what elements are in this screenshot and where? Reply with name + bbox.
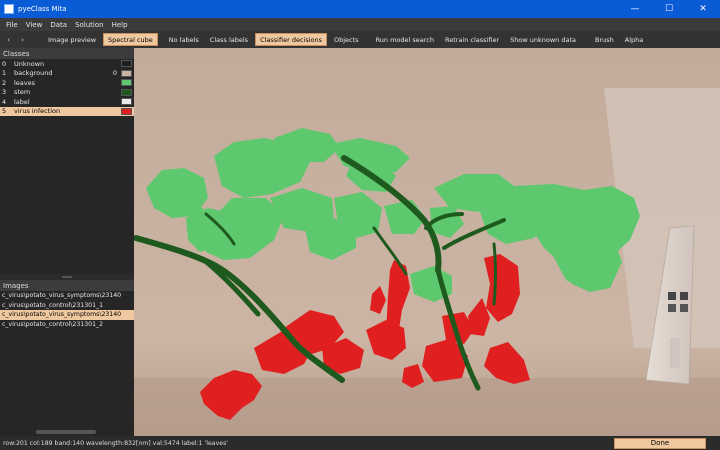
class-row-virus-infection[interactable]: 5 virus infection: [0, 106, 134, 116]
class-color-swatch[interactable]: [121, 107, 132, 115]
images-header: Images: [0, 280, 134, 291]
window-controls: — ☐ ✕: [618, 0, 720, 18]
class-row-stem[interactable]: 3 stem: [0, 88, 134, 98]
title-bar: pyeClass Mita — ☐ ✕: [0, 0, 720, 18]
toolbar: ‹ › Image preview Spectral cube No label…: [0, 31, 720, 48]
class-name: leaves: [14, 78, 36, 87]
no-labels-button[interactable]: No labels: [165, 33, 203, 46]
back-button[interactable]: ‹: [2, 33, 15, 46]
class-row-leaves[interactable]: 2 leaves: [0, 78, 134, 88]
class-name: stem: [14, 88, 31, 97]
class-index: 2: [2, 78, 7, 87]
classifier-decisions-button[interactable]: Classifier decisions: [255, 33, 327, 46]
menu-file[interactable]: File: [6, 21, 18, 29]
retrain-classifier-button[interactable]: Retrain classifier: [441, 33, 503, 46]
image-list-item[interactable]: c_virus\potato_control\231301_1: [0, 301, 134, 311]
app-icon: [4, 4, 14, 14]
brush-button[interactable]: Brush: [591, 33, 618, 46]
class-color-swatch[interactable]: [121, 69, 132, 77]
objects-button[interactable]: Objects: [330, 33, 363, 46]
spectral-cube-button[interactable]: Spectral cube: [103, 33, 158, 46]
maximize-button[interactable]: ☐: [652, 0, 686, 18]
run-model-search-button[interactable]: Run model search: [372, 33, 438, 46]
class-name: virus infection: [14, 107, 61, 116]
menu-view[interactable]: View: [26, 21, 43, 29]
images-list: c_virus\potato_virus_symptoms\23140 c_vi…: [0, 291, 134, 436]
status-bar: row:201 col:189 band:140 wavelength:832[…: [0, 436, 720, 450]
image-list-item[interactable]: c_virus\potato_virus_symptoms\23140: [0, 291, 134, 301]
class-index: 1: [2, 69, 7, 78]
window-title: pyeClass Mita: [18, 5, 67, 13]
menu-data[interactable]: Data: [50, 21, 67, 29]
class-color-swatch[interactable]: [121, 60, 132, 68]
minimize-button[interactable]: —: [618, 0, 652, 18]
class-index: 4: [2, 97, 7, 106]
alpha-button[interactable]: Alpha: [621, 33, 647, 46]
menu-solution[interactable]: Solution: [75, 21, 104, 29]
image-viewer[interactable]: [134, 48, 720, 436]
classification-canvas[interactable]: [134, 48, 720, 436]
class-name: background: [14, 69, 53, 78]
classes-list: 0 Unknown 1 background 0 2 leaves 3 stem…: [0, 59, 134, 274]
done-button[interactable]: Done: [614, 437, 706, 449]
splitter-grip-icon[interactable]: [62, 276, 72, 278]
image-list-item[interactable]: c_virus\potato_control\231301_2: [0, 320, 134, 330]
class-row-unknown[interactable]: 0 Unknown: [0, 59, 134, 69]
left-panel: Classes 0 Unknown 1 background 0 2 leave…: [0, 48, 134, 436]
close-button[interactable]: ✕: [686, 0, 720, 18]
class-index: 3: [2, 88, 7, 97]
class-row-label[interactable]: 4 label: [0, 97, 134, 107]
classes-header: Classes: [0, 48, 134, 59]
class-name: label: [14, 97, 30, 106]
panel-splitter[interactable]: [0, 274, 134, 280]
class-index: 5: [2, 107, 7, 116]
menu-help[interactable]: Help: [112, 21, 128, 29]
status-readout: row:201 col:189 band:140 wavelength:832[…: [3, 439, 228, 447]
images-horizontal-scrollbar[interactable]: [36, 430, 96, 434]
class-index: 0: [2, 59, 7, 68]
class-name: Unknown: [14, 59, 45, 68]
class-color-swatch[interactable]: [121, 88, 132, 96]
class-color-swatch[interactable]: [121, 98, 132, 106]
class-color-swatch[interactable]: [121, 79, 132, 87]
show-unknown-data-button[interactable]: Show unknown data: [506, 33, 580, 46]
image-preview-button[interactable]: Image preview: [44, 33, 100, 46]
class-labels-button[interactable]: Class labels: [206, 33, 252, 46]
menu-bar: File View Data Solution Help: [0, 18, 720, 31]
forward-button[interactable]: ›: [16, 33, 29, 46]
class-row-background[interactable]: 1 background 0: [0, 69, 134, 79]
class-count: 0: [112, 69, 117, 78]
image-list-item[interactable]: c_virus\potato_virus_symptoms\23140: [0, 310, 134, 320]
